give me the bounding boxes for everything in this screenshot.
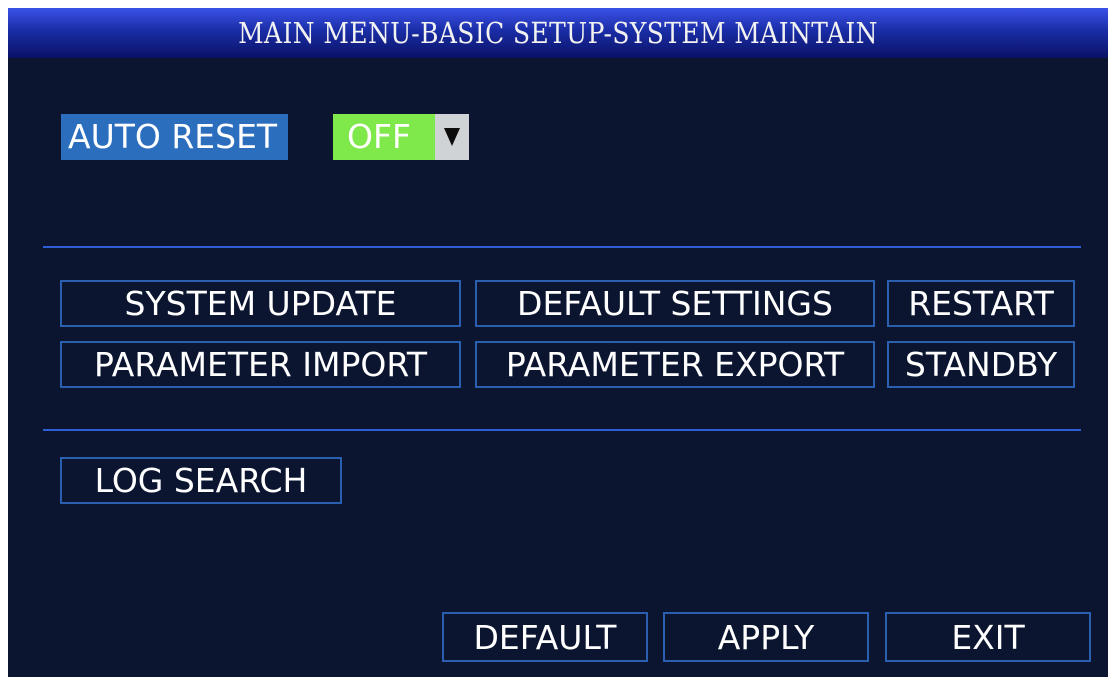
apply-button[interactable]: APPLY — [663, 612, 869, 662]
exit-button[interactable]: EXIT — [885, 612, 1091, 662]
divider-bottom — [43, 429, 1081, 431]
triangle-down-icon[interactable] — [435, 114, 469, 160]
window-title: MAIN MENU-BASIC SETUP-SYSTEM MAINTAIN — [238, 16, 878, 50]
log-search-button[interactable]: LOG SEARCH — [60, 457, 342, 504]
default-settings-button[interactable]: DEFAULT SETTINGS — [475, 280, 875, 327]
parameter-export-button[interactable]: PARAMETER EXPORT — [475, 341, 875, 388]
standby-button[interactable]: STANDBY — [887, 341, 1075, 388]
parameter-import-button[interactable]: PARAMETER IMPORT — [60, 341, 461, 388]
system-update-button[interactable]: SYSTEM UPDATE — [60, 280, 461, 327]
dvr-screen: MAIN MENU-BASIC SETUP-SYSTEM MAINTAIN AU… — [8, 8, 1108, 677]
default-button[interactable]: DEFAULT — [442, 612, 648, 662]
auto-reset-dropdown[interactable]: OFF — [333, 114, 469, 160]
title-bar: MAIN MENU-BASIC SETUP-SYSTEM MAINTAIN — [8, 8, 1108, 58]
restart-button[interactable]: RESTART — [887, 280, 1075, 327]
divider-top — [43, 246, 1081, 248]
auto-reset-label: AUTO RESET — [61, 114, 289, 160]
auto-reset-value[interactable]: OFF — [333, 114, 435, 160]
